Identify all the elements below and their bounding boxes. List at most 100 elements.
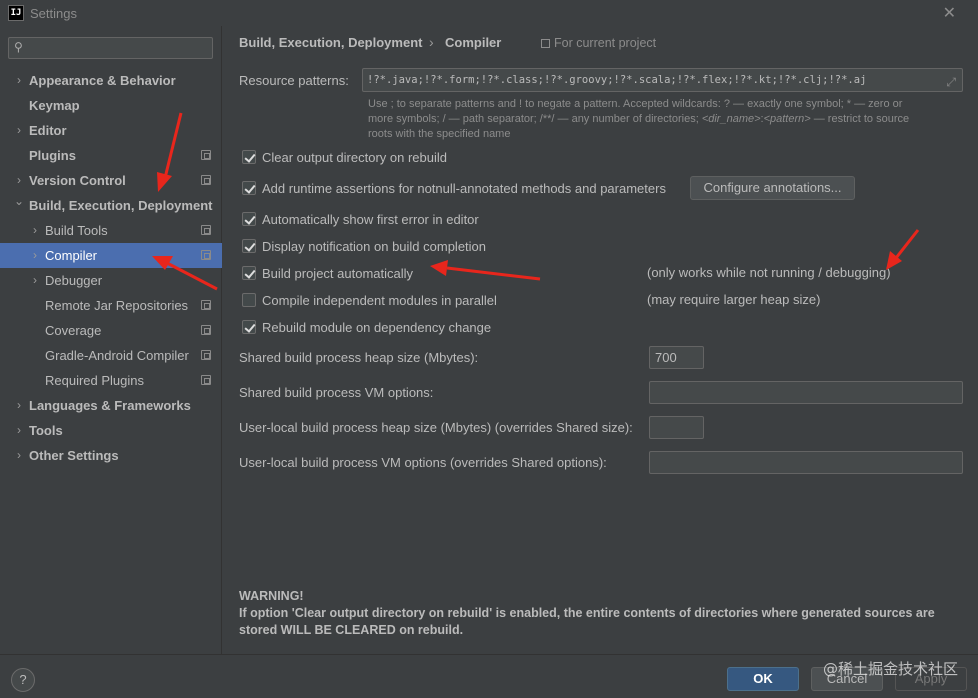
sidebar-item-plugins[interactable]: Plugins: [0, 143, 222, 168]
sidebar-item-tools[interactable]: › Tools: [0, 418, 222, 443]
project-scope-icon: [201, 375, 211, 385]
compile-parallel-option[interactable]: Compile independent modules in parallel: [242, 291, 497, 309]
settings-sidebar: ⚲ › Appearance & Behavior Keymap › Editor Plu…: [0, 26, 222, 654]
compile-parallel-checkbox[interactable]: [242, 293, 256, 307]
resource-patterns-input[interactable]: !?*.java;!?*.form;!?*.class;!?*.groovy;!…: [362, 68, 963, 92]
sidebar-item-label: Tools: [29, 423, 63, 438]
rebuild-module-checkbox[interactable]: [242, 320, 256, 334]
clear-output-option[interactable]: Clear output directory on rebuild: [242, 148, 447, 166]
project-scope-icon: [201, 325, 211, 335]
configure-annotations-button[interactable]: Configure annotations...: [690, 176, 855, 200]
chevron-right-icon[interactable]: ›: [30, 268, 40, 293]
sidebar-item-build-tools[interactable]: › Build Tools: [0, 218, 222, 243]
breadcrumb-current: Compiler: [445, 35, 502, 50]
sidebar-item-label: Plugins: [29, 148, 76, 163]
expand-icon[interactable]: ⤢: [946, 71, 956, 91]
hint-line-2-text: more symbols; / — path separator; /**/ —…: [368, 113, 702, 125]
search-input[interactable]: [33, 40, 208, 56]
sidebar-item-label: Languages & Frameworks: [29, 398, 191, 413]
dialog-footer: ? OK Cancel Apply @稀土掘金技术社区: [0, 654, 978, 698]
ok-button[interactable]: OK: [727, 667, 799, 691]
sidebar-item-label: Coverage: [45, 323, 102, 338]
sidebar-item-languages-frameworks[interactable]: › Languages & Frameworks: [0, 393, 222, 418]
user-vm-label: User-local build process VM options (ove…: [239, 455, 607, 470]
project-scope-icon: [201, 300, 211, 310]
runtime-assertions-option[interactable]: Add runtime assertions for notnull-annot…: [242, 179, 666, 197]
hint-line-3: roots with the specified name: [368, 128, 511, 140]
compiler-settings-panel: Build, Execution, Deployment › Compiler …: [223, 26, 978, 654]
clear-output-checkbox[interactable]: [242, 150, 256, 164]
user-heap-label: User-local build process heap size (Mbyt…: [239, 420, 633, 435]
sidebar-item-label: Remote Jar Repositories: [45, 298, 189, 313]
sidebar-item-compiler[interactable]: › Compiler: [0, 243, 222, 268]
rebuild-module-option[interactable]: Rebuild module on dependency change: [242, 318, 491, 336]
chevron-down-icon[interactable]: ⌄: [14, 189, 24, 214]
user-vm-input[interactable]: [649, 451, 963, 474]
sidebar-item-label: Gradle-Android Compiler: [45, 348, 189, 363]
chevron-right-icon[interactable]: ›: [14, 418, 24, 443]
sidebar-item-version-control[interactable]: › Version Control: [0, 168, 222, 193]
runtime-assertions-checkbox[interactable]: [242, 181, 256, 195]
breadcrumb-separator: ›: [429, 34, 434, 50]
help-button[interactable]: ?: [11, 668, 35, 692]
chevron-right-icon[interactable]: ›: [30, 218, 40, 243]
chevron-right-icon[interactable]: ›: [14, 443, 24, 468]
sidebar-item-debugger[interactable]: › Debugger: [0, 268, 222, 293]
display-notification-checkbox[interactable]: [242, 239, 256, 253]
show-first-error-checkbox[interactable]: [242, 212, 256, 226]
warning-text: If option 'Clear output directory on reb…: [239, 606, 935, 637]
sidebar-item-label: Compiler: [45, 248, 98, 263]
build-automatically-label: Build project automatically: [262, 265, 414, 281]
build-automatically-option[interactable]: Build project automatically: [242, 264, 413, 282]
resource-patterns-label: Resource patterns:: [239, 73, 349, 88]
build-automatically-note: (only works while not running / debuggin…: [647, 265, 891, 280]
hint-line-2: more symbols; / — path separator; /**/ —…: [368, 112, 968, 127]
title-bar: IJ Settings ✕: [0, 0, 978, 26]
chevron-right-icon[interactable]: ›: [14, 118, 24, 143]
rebuild-warning: WARNING! If option 'Clear output directo…: [239, 588, 969, 639]
sidebar-item-label: Version Control: [29, 173, 126, 188]
clear-output-label: Clear output directory on rebuild: [262, 149, 447, 165]
build-automatically-checkbox[interactable]: [242, 266, 256, 280]
sidebar-item-other-settings[interactable]: › Other Settings: [0, 443, 222, 468]
shared-vm-input[interactable]: [649, 381, 963, 404]
sidebar-item-label: Appearance & Behavior: [29, 73, 176, 88]
project-scope-icon: [201, 250, 211, 260]
chevron-right-icon[interactable]: ›: [30, 243, 40, 268]
rebuild-module-label: Rebuild module on dependency change: [262, 319, 492, 335]
chevron-right-icon[interactable]: ›: [14, 68, 24, 93]
sidebar-item-build-execution-deployment[interactable]: ⌄ Build, Execution, Deployment: [0, 193, 222, 218]
project-scope-icon: [201, 150, 211, 160]
watermark: @稀土掘金技术社区: [822, 660, 958, 678]
hint-line-1: Use ; to separate patterns and ! to nega…: [368, 98, 903, 110]
sidebar-item-remote-jar-repositories[interactable]: Remote Jar Repositories: [0, 293, 222, 318]
sidebar-item-keymap[interactable]: Keymap: [0, 93, 222, 118]
sidebar-item-gradle-android-compiler[interactable]: Gradle-Android Compiler: [0, 343, 222, 368]
breadcrumb-parent[interactable]: Build, Execution, Deployment: [239, 35, 422, 50]
close-icon[interactable]: ✕: [943, 3, 956, 23]
sidebar-item-label: Editor: [29, 123, 67, 138]
user-heap-input[interactable]: [649, 416, 704, 439]
warning-title: WARNING!: [239, 589, 304, 603]
settings-search[interactable]: ⚲: [8, 37, 213, 59]
sidebar-item-editor[interactable]: › Editor: [0, 118, 222, 143]
display-notification-option[interactable]: Display notification on build completion: [242, 237, 486, 255]
sidebar-item-label: Build Tools: [45, 223, 108, 238]
sidebar-item-label: Required Plugins: [45, 373, 145, 388]
sidebar-item-label: Build, Execution, Deployment: [29, 198, 213, 213]
sidebar-item-appearance-behavior[interactable]: › Appearance & Behavior: [0, 68, 222, 93]
shared-heap-input[interactable]: 700: [649, 346, 704, 369]
intellij-icon: IJ: [8, 5, 24, 21]
resource-patterns-value: !?*.java;!?*.form;!?*.class;!?*.groovy;!…: [367, 74, 867, 86]
sidebar-item-label: Other Settings: [29, 448, 119, 463]
sidebar-item-required-plugins[interactable]: Required Plugins: [0, 368, 222, 393]
sidebar-item-label: Keymap: [29, 98, 80, 113]
project-scope-icon: [201, 350, 211, 360]
runtime-assertions-label: Add runtime assertions for notnull-annot…: [262, 180, 666, 196]
hint-dir-name: <dir_name>: [701, 113, 761, 125]
show-first-error-label: Automatically show first error in editor: [262, 211, 479, 227]
chevron-right-icon[interactable]: ›: [14, 393, 24, 418]
project-scope-icon: [201, 225, 211, 235]
sidebar-item-coverage[interactable]: Coverage: [0, 318, 222, 343]
show-first-error-option[interactable]: Automatically show first error in editor: [242, 210, 479, 228]
